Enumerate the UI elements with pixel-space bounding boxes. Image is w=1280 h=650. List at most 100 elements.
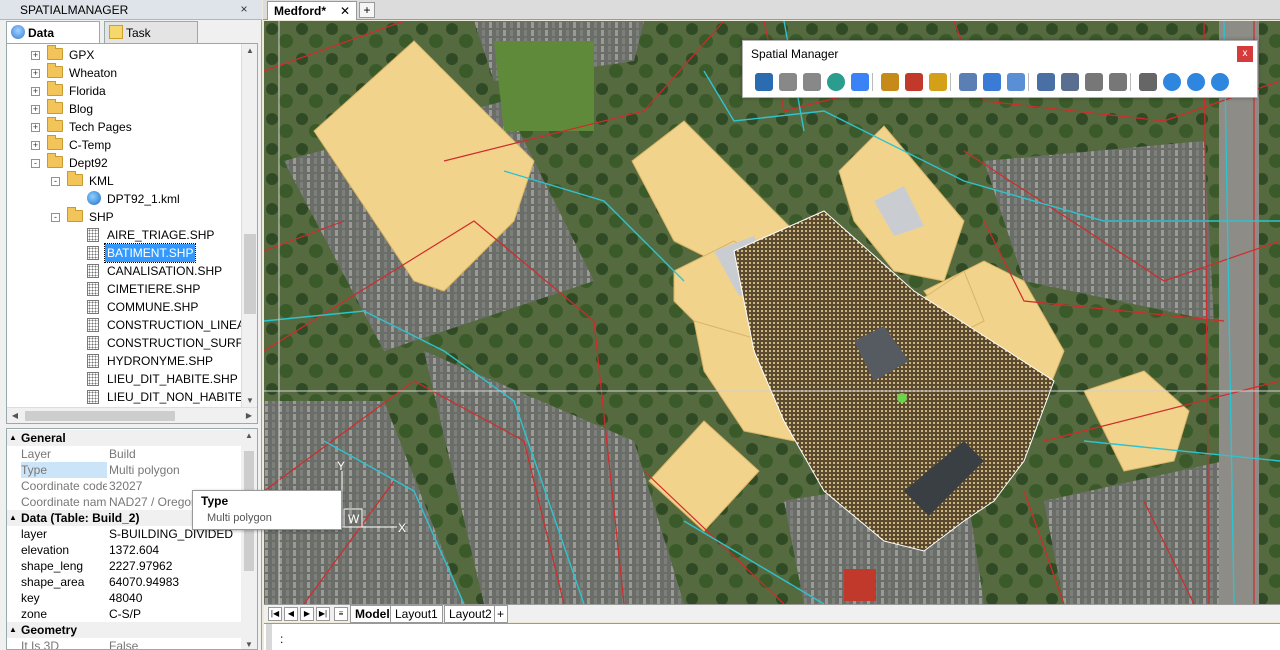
tree-item[interactable]: + Blog bbox=[7, 99, 241, 118]
settings-icon[interactable] bbox=[1139, 73, 1157, 91]
collapse-icon[interactable]: - bbox=[31, 159, 40, 168]
property-category[interactable]: ▲ General bbox=[7, 430, 243, 446]
collapse-icon[interactable]: - bbox=[51, 213, 60, 222]
tab-data-sources[interactable]: Data sources bbox=[6, 21, 100, 54]
unlink-icon[interactable] bbox=[1109, 73, 1127, 91]
collapse-icon[interactable]: ▲ bbox=[9, 430, 17, 446]
globe-icon[interactable] bbox=[827, 73, 845, 91]
next-layout-button[interactable]: ▶ bbox=[300, 607, 314, 621]
query-icon[interactable] bbox=[1007, 73, 1025, 91]
export-icon[interactable] bbox=[803, 73, 821, 91]
help-icon[interactable] bbox=[1163, 73, 1181, 91]
expand-icon[interactable]: + bbox=[31, 123, 40, 132]
tree-horizontal-scrollbar[interactable]: ◀ ▶ bbox=[7, 407, 257, 423]
last-layout-button[interactable]: ▶| bbox=[316, 607, 330, 621]
command-gripper[interactable] bbox=[266, 624, 272, 650]
scroll-right-icon[interactable]: ▶ bbox=[241, 411, 257, 420]
layout-list-icon[interactable]: ≡ bbox=[334, 607, 348, 621]
add-layout-button[interactable]: + bbox=[494, 605, 508, 623]
zoom-icon[interactable] bbox=[959, 73, 977, 91]
data-sources-tree[interactable]: + GPX + Wheaton + Florida + Blog + Tech Pages + C-T… bbox=[6, 43, 258, 424]
tab-task-manager[interactable]: Task manager bbox=[104, 21, 198, 54]
collapse-icon[interactable]: ▲ bbox=[9, 622, 17, 638]
command-line[interactable]: : bbox=[264, 623, 1280, 650]
toolbar-separator bbox=[1028, 73, 1029, 91]
tree-item[interactable]: BATIMENT.SHP bbox=[7, 243, 241, 263]
grip-point[interactable] bbox=[897, 393, 907, 403]
tree-item-label: COMMUNE.SHP bbox=[107, 300, 199, 314]
tab-medford[interactable]: Medford* ✕ bbox=[267, 1, 358, 20]
tree-vertical-scrollbar[interactable]: ▲ ▼ bbox=[241, 44, 257, 407]
info-icon[interactable] bbox=[1211, 73, 1229, 91]
tree-item[interactable]: - Dept92 bbox=[7, 153, 241, 172]
collapse-icon[interactable]: ▲ bbox=[9, 510, 17, 526]
tab-layout2[interactable]: Layout2 bbox=[444, 605, 497, 623]
scroll-up-icon[interactable]: ▲ bbox=[242, 46, 257, 55]
scroll-thumb[interactable] bbox=[25, 411, 175, 421]
property-key: Type bbox=[21, 462, 107, 478]
property-row[interactable]: zone C-S/P bbox=[7, 606, 243, 622]
toolbar-title: Spatial Manager bbox=[751, 47, 839, 61]
tree-item[interactable]: + GPX bbox=[7, 45, 241, 64]
scroll-left-icon[interactable]: ◀ bbox=[7, 411, 23, 420]
tree-item[interactable]: + C-Temp bbox=[7, 135, 241, 154]
expand-icon[interactable]: + bbox=[31, 141, 40, 150]
property-row[interactable]: elevation 1372.604 bbox=[7, 542, 243, 558]
close-icon[interactable]: ✕ bbox=[340, 4, 350, 18]
open-panel-icon[interactable] bbox=[755, 73, 773, 91]
tree-item[interactable]: + Florida bbox=[7, 81, 241, 100]
tree-item[interactable]: LIEU_DIT_HABITE.SHP bbox=[7, 370, 241, 388]
tree-item[interactable]: - SHP bbox=[7, 207, 241, 226]
expand-icon[interactable]: + bbox=[31, 105, 40, 114]
tree-item-label: GPX bbox=[69, 48, 95, 62]
tree-item[interactable]: COMMUNE.SHP bbox=[7, 298, 241, 316]
tree-item[interactable]: CANALISATION.SHP bbox=[7, 262, 241, 280]
property-row[interactable]: key 48040 bbox=[7, 590, 243, 606]
scroll-thumb[interactable] bbox=[244, 234, 256, 314]
tree-item[interactable]: DPT92_1.kml bbox=[7, 190, 241, 208]
thematic-icon[interactable] bbox=[905, 73, 923, 91]
collapse-icon[interactable]: - bbox=[51, 177, 60, 186]
edit-table-icon[interactable] bbox=[1061, 73, 1079, 91]
expand-icon[interactable]: + bbox=[31, 51, 40, 60]
spatialmanager-panel: SPATIALMANAGER × Data sources Task manag… bbox=[0, 0, 342, 650]
tree-item[interactable]: CIMETIERE.SHP bbox=[7, 280, 241, 298]
select-icon[interactable] bbox=[983, 73, 1001, 91]
style-icon[interactable] bbox=[881, 73, 899, 91]
property-row[interactable]: Layer Build bbox=[7, 446, 243, 462]
link-icon[interactable] bbox=[1085, 73, 1103, 91]
refresh-icon[interactable] bbox=[1187, 73, 1205, 91]
property-row[interactable]: shape_leng 2227.97962 bbox=[7, 558, 243, 574]
tree-item[interactable]: CONSTRUCTION_SURFA bbox=[7, 334, 250, 352]
background-map-icon[interactable] bbox=[851, 73, 869, 91]
tree-item[interactable]: AIRE_TRIAGE.SHP bbox=[7, 226, 241, 244]
toolbar-close-icon[interactable]: x bbox=[1237, 46, 1253, 62]
tree-item[interactable]: + Tech Pages bbox=[7, 117, 241, 136]
properties-scrollbar[interactable]: ▲ ▼ bbox=[241, 429, 257, 649]
expand-icon[interactable]: + bbox=[31, 87, 40, 96]
scroll-down-icon[interactable]: ▼ bbox=[242, 396, 257, 405]
properties-grid[interactable]: ▲ General Layer Build Type Multi polygon Coord… bbox=[6, 428, 258, 650]
property-category[interactable]: ▲ Geometry bbox=[7, 622, 243, 638]
expand-icon[interactable]: + bbox=[31, 69, 40, 78]
tree-item[interactable]: CONSTRUCTION_LINEAI bbox=[7, 316, 248, 334]
table-icon[interactable] bbox=[1037, 73, 1055, 91]
scroll-down-icon[interactable]: ▼ bbox=[241, 640, 257, 649]
tree-item[interactable]: LIEU_DIT_NON_HABITE.S bbox=[7, 388, 254, 406]
tree-item[interactable]: + Wheaton bbox=[7, 63, 241, 82]
panel-close-icon[interactable]: × bbox=[237, 2, 251, 16]
tree-item[interactable]: - KML bbox=[7, 171, 241, 190]
map-viewport[interactable]: Y X W bbox=[264, 21, 1280, 604]
property-row[interactable]: It Is 3D False bbox=[7, 638, 243, 649]
scroll-up-icon[interactable]: ▲ bbox=[241, 431, 257, 440]
property-row[interactable]: shape_area 64070.94983 bbox=[7, 574, 243, 590]
tab-model[interactable]: Model bbox=[350, 605, 395, 623]
property-row[interactable]: Type Multi polygon bbox=[7, 462, 243, 478]
import-icon[interactable] bbox=[779, 73, 797, 91]
add-tab-button[interactable]: + bbox=[359, 2, 375, 18]
tree-item[interactable]: HYDRONYME.SHP bbox=[7, 352, 241, 370]
tab-layout1[interactable]: Layout1 bbox=[390, 605, 443, 623]
first-layout-button[interactable]: |◀ bbox=[268, 607, 282, 621]
label-icon[interactable] bbox=[929, 73, 947, 91]
previous-layout-button[interactable]: ◀ bbox=[284, 607, 298, 621]
